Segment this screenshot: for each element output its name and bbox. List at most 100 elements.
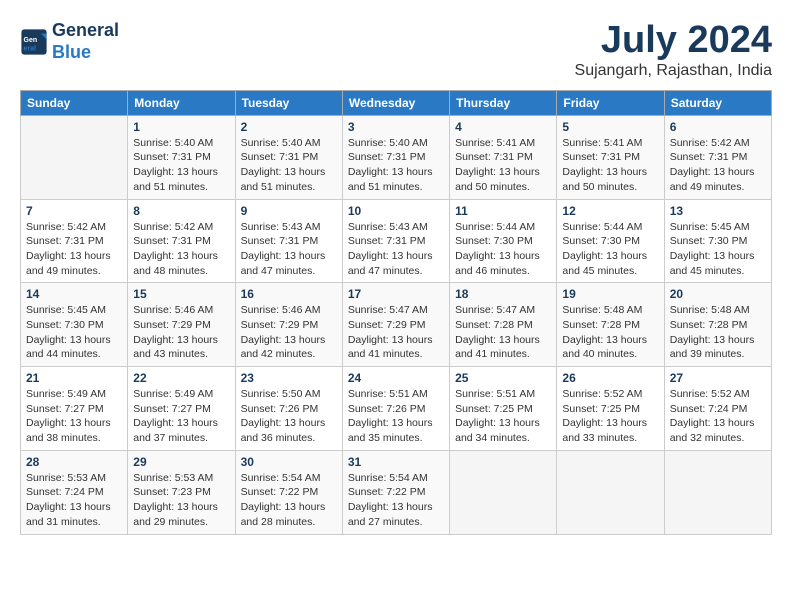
calendar-cell: 6Sunrise: 5:42 AM Sunset: 7:31 PM Daylig… bbox=[664, 115, 771, 199]
calendar-cell: 16 Sunrise: 5:46 AM Sunset: 7:29 PM Dayli… bbox=[235, 283, 342, 367]
calendar-cell: 7Sunrise: 5:42 AM Sunset: 7:31 PM Daylig… bbox=[21, 199, 128, 283]
calendar-cell: 11 Sunrise: 5:44 AM Sunset: 7:30 PM Dayli… bbox=[450, 199, 557, 283]
calendar-cell: 28 Sunrise: 5:53 AM Sunset: 7:24 PM Dayli… bbox=[21, 450, 128, 534]
day-number: 16 bbox=[241, 287, 337, 301]
day-info: Sunrise: 5:40 AM Sunset: 7:31 PM Dayligh… bbox=[133, 136, 229, 195]
calendar-cell: 26 Sunrise: 5:52 AM Sunset: 7:25 PM Dayli… bbox=[557, 367, 664, 451]
day-number: 21 bbox=[26, 371, 122, 385]
calendar-cell: 29Sunrise: 5:53 AM Sunset: 7:23 PM Dayli… bbox=[128, 450, 235, 534]
day-info: Sunrise: 5:48 AM Sunset: 7:28 PM Dayligh… bbox=[562, 303, 658, 362]
day-info: Sunrise: 5:53 AM Sunset: 7:24 PM Dayligh… bbox=[26, 471, 122, 530]
calendar-cell: 5 Sunrise: 5:41 AM Sunset: 7:31 PM Daylig… bbox=[557, 115, 664, 199]
day-header-monday: Monday bbox=[128, 90, 235, 115]
day-number: 14 bbox=[26, 287, 122, 301]
calendar-cell: 1 Sunrise: 5:40 AM Sunset: 7:31 PM Daylig… bbox=[128, 115, 235, 199]
day-info: Sunrise: 5:49 AM Sunset: 7:27 PM Dayligh… bbox=[26, 387, 122, 446]
day-info: Sunrise: 5:43 AM Sunset: 7:31 PM Dayligh… bbox=[348, 220, 444, 279]
calendar-cell: 22 Sunrise: 5:49 AM Sunset: 7:27 PM Dayli… bbox=[128, 367, 235, 451]
day-info: Sunrise: 5:48 AM Sunset: 7:28 PM Dayligh… bbox=[670, 303, 766, 362]
day-info: Sunrise: 5:46 AM Sunset: 7:29 PM Dayligh… bbox=[241, 303, 337, 362]
day-number: 7 bbox=[26, 204, 122, 218]
day-info: Sunrise: 5:51 AM Sunset: 7:26 PM Dayligh… bbox=[348, 387, 444, 446]
calendar-cell: 18 Sunrise: 5:47 AM Sunset: 7:28 PM Dayli… bbox=[450, 283, 557, 367]
calendar-week-3: 14 Sunrise: 5:45 AM Sunset: 7:30 PM Dayli… bbox=[21, 283, 772, 367]
day-info: Sunrise: 5:44 AM Sunset: 7:30 PM Dayligh… bbox=[562, 220, 658, 279]
day-number: 1 bbox=[133, 120, 229, 134]
calendar-cell bbox=[557, 450, 664, 534]
day-info: Sunrise: 5:46 AM Sunset: 7:29 PM Dayligh… bbox=[133, 303, 229, 362]
day-number: 22 bbox=[133, 371, 229, 385]
day-header-tuesday: Tuesday bbox=[235, 90, 342, 115]
calendar-cell: 27Sunrise: 5:52 AM Sunset: 7:24 PM Dayli… bbox=[664, 367, 771, 451]
day-number: 27 bbox=[670, 371, 766, 385]
day-number: 9 bbox=[241, 204, 337, 218]
day-header-sunday: Sunday bbox=[21, 90, 128, 115]
calendar-week-2: 7Sunrise: 5:42 AM Sunset: 7:31 PM Daylig… bbox=[21, 199, 772, 283]
calendar-cell: 21 Sunrise: 5:49 AM Sunset: 7:27 PM Dayli… bbox=[21, 367, 128, 451]
calendar-cell: 24 Sunrise: 5:51 AM Sunset: 7:26 PM Dayli… bbox=[342, 367, 449, 451]
day-info: Sunrise: 5:47 AM Sunset: 7:29 PM Dayligh… bbox=[348, 303, 444, 362]
calendar-header-row: SundayMondayTuesdayWednesdayThursdayFrid… bbox=[21, 90, 772, 115]
calendar-cell bbox=[21, 115, 128, 199]
calendar-cell: 15 Sunrise: 5:46 AM Sunset: 7:29 PM Dayli… bbox=[128, 283, 235, 367]
day-number: 20 bbox=[670, 287, 766, 301]
day-info: Sunrise: 5:44 AM Sunset: 7:30 PM Dayligh… bbox=[455, 220, 551, 279]
page-header: Gen eral General Blue July 2024 Sujangar… bbox=[20, 20, 772, 80]
svg-text:eral: eral bbox=[24, 45, 37, 52]
day-header-friday: Friday bbox=[557, 90, 664, 115]
day-number: 17 bbox=[348, 287, 444, 301]
logo: Gen eral General Blue bbox=[20, 20, 119, 63]
calendar-week-5: 28 Sunrise: 5:53 AM Sunset: 7:24 PM Dayli… bbox=[21, 450, 772, 534]
day-info: Sunrise: 5:45 AM Sunset: 7:30 PM Dayligh… bbox=[670, 220, 766, 279]
day-header-wednesday: Wednesday bbox=[342, 90, 449, 115]
day-number: 5 bbox=[562, 120, 658, 134]
day-number: 15 bbox=[133, 287, 229, 301]
month-year-title: July 2024 bbox=[575, 20, 772, 62]
logo-icon: Gen eral bbox=[20, 28, 48, 56]
day-number: 25 bbox=[455, 371, 551, 385]
day-number: 29 bbox=[133, 455, 229, 469]
day-info: Sunrise: 5:41 AM Sunset: 7:31 PM Dayligh… bbox=[455, 136, 551, 195]
day-number: 31 bbox=[348, 455, 444, 469]
day-info: Sunrise: 5:52 AM Sunset: 7:25 PM Dayligh… bbox=[562, 387, 658, 446]
day-header-saturday: Saturday bbox=[664, 90, 771, 115]
day-number: 3 bbox=[348, 120, 444, 134]
day-header-thursday: Thursday bbox=[450, 90, 557, 115]
day-number: 6 bbox=[670, 120, 766, 134]
calendar-cell: 25 Sunrise: 5:51 AM Sunset: 7:25 PM Dayli… bbox=[450, 367, 557, 451]
day-info: Sunrise: 5:51 AM Sunset: 7:25 PM Dayligh… bbox=[455, 387, 551, 446]
day-info: Sunrise: 5:54 AM Sunset: 7:22 PM Dayligh… bbox=[348, 471, 444, 530]
day-number: 26 bbox=[562, 371, 658, 385]
day-number: 13 bbox=[670, 204, 766, 218]
day-number: 8 bbox=[133, 204, 229, 218]
day-number: 24 bbox=[348, 371, 444, 385]
day-number: 11 bbox=[455, 204, 551, 218]
calendar-cell: 3Sunrise: 5:40 AM Sunset: 7:31 PM Daylig… bbox=[342, 115, 449, 199]
day-info: Sunrise: 5:40 AM Sunset: 7:31 PM Dayligh… bbox=[241, 136, 337, 195]
logo-blue-text: Blue bbox=[52, 42, 91, 62]
calendar-cell: 17 Sunrise: 5:47 AM Sunset: 7:29 PM Dayli… bbox=[342, 283, 449, 367]
day-info: Sunrise: 5:43 AM Sunset: 7:31 PM Dayligh… bbox=[241, 220, 337, 279]
calendar-cell: 14 Sunrise: 5:45 AM Sunset: 7:30 PM Dayli… bbox=[21, 283, 128, 367]
calendar-cell: 9 Sunrise: 5:43 AM Sunset: 7:31 PM Daylig… bbox=[235, 199, 342, 283]
svg-text:Gen: Gen bbox=[24, 37, 38, 44]
title-block: July 2024 Sujangarh, Rajasthan, India bbox=[575, 20, 772, 80]
day-info: Sunrise: 5:45 AM Sunset: 7:30 PM Dayligh… bbox=[26, 303, 122, 362]
day-number: 28 bbox=[26, 455, 122, 469]
day-number: 4 bbox=[455, 120, 551, 134]
calendar-cell: 12Sunrise: 5:44 AM Sunset: 7:30 PM Dayli… bbox=[557, 199, 664, 283]
day-info: Sunrise: 5:41 AM Sunset: 7:31 PM Dayligh… bbox=[562, 136, 658, 195]
location-text: Sujangarh, Rajasthan, India bbox=[575, 62, 772, 80]
calendar-cell bbox=[664, 450, 771, 534]
calendar-cell: 13 Sunrise: 5:45 AM Sunset: 7:30 PM Dayli… bbox=[664, 199, 771, 283]
day-info: Sunrise: 5:49 AM Sunset: 7:27 PM Dayligh… bbox=[133, 387, 229, 446]
day-info: Sunrise: 5:47 AM Sunset: 7:28 PM Dayligh… bbox=[455, 303, 551, 362]
calendar-cell: 31 Sunrise: 5:54 AM Sunset: 7:22 PM Dayli… bbox=[342, 450, 449, 534]
day-number: 10 bbox=[348, 204, 444, 218]
day-number: 18 bbox=[455, 287, 551, 301]
day-number: 30 bbox=[241, 455, 337, 469]
day-number: 2 bbox=[241, 120, 337, 134]
calendar-cell: 19Sunrise: 5:48 AM Sunset: 7:28 PM Dayli… bbox=[557, 283, 664, 367]
calendar-week-1: 1 Sunrise: 5:40 AM Sunset: 7:31 PM Daylig… bbox=[21, 115, 772, 199]
calendar-cell: 23Sunrise: 5:50 AM Sunset: 7:26 PM Dayli… bbox=[235, 367, 342, 451]
